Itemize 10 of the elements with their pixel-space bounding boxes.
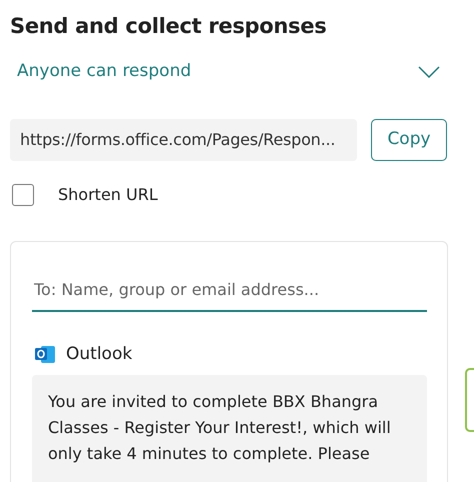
app-name: Outlook (66, 342, 132, 366)
outlook-icon (35, 344, 56, 364)
invitation-message: You are invited to complete BBX Bhangra Classes - Register Your Interest!, which will only take 4 minutes to complete. Please (32, 375, 427, 482)
copy-button[interactable]: Copy (371, 118, 447, 161)
chevron-down-icon (418, 66, 440, 78)
url-field[interactable]: https://forms.office.com/Pages/Respon... (10, 118, 357, 161)
checkbox-label: Shorten URL (58, 184, 158, 206)
panel-title: Send and collect responses (10, 14, 328, 40)
checkbox[interactable] (12, 184, 34, 206)
audience-dropdown[interactable]: Anyone can respond (10, 59, 448, 85)
